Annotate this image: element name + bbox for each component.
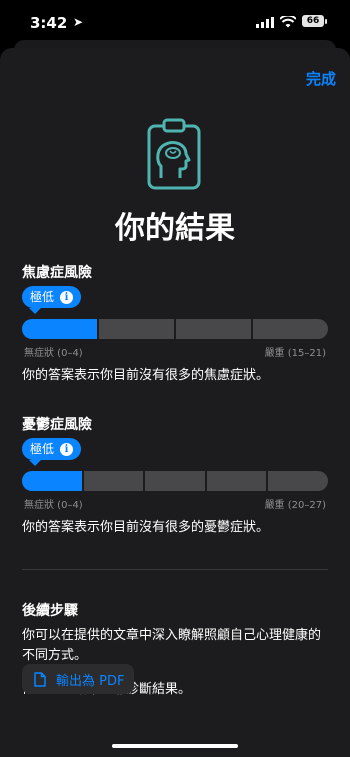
bar-segment <box>176 319 251 339</box>
bar-segment-minimal <box>22 471 82 491</box>
results-sheet: 完成 你的結果 焦慮症風險 極低 i 無症狀 (0–4) 嚴重 (15–21) … <box>0 48 350 757</box>
bar-segment-minimal <box>22 319 97 339</box>
depression-badge-pointer <box>29 460 41 466</box>
depression-level-badge[interactable]: 極低 i <box>22 438 82 460</box>
anxiety-level-badge[interactable]: 極低 i <box>22 286 82 308</box>
wifi-icon <box>280 16 296 28</box>
bar-segment <box>145 471 205 491</box>
signal-icon <box>256 17 274 28</box>
next-steps-title: 後續步驟 <box>22 603 78 619</box>
anxiety-description: 你的答案表示你目前沒有很多的焦慮症狀。 <box>22 368 270 383</box>
bar-segment <box>83 471 144 491</box>
home-indicator[interactable] <box>112 744 238 748</box>
export-pdf-button[interactable]: 輸出為 PDF <box>22 664 134 694</box>
anxiety-section-title: 焦慮症風險 <box>22 265 92 281</box>
done-button[interactable]: 完成 <box>306 68 336 89</box>
depression-section-title: 憂鬱症風險 <box>22 417 92 433</box>
anxiety-level-label: 極低 <box>30 290 55 304</box>
depression-level-label: 極低 <box>30 442 55 456</box>
export-pdf-label: 輸出為 PDF <box>56 673 125 689</box>
info-icon: i <box>60 442 74 456</box>
depression-score-bar <box>22 471 328 491</box>
anxiety-score-bar <box>22 319 328 339</box>
bar-segment-severe <box>268 471 328 491</box>
battery-level: 66 <box>306 16 320 26</box>
bar-segment <box>99 319 174 339</box>
anxiety-range-low: 無症狀 (0–4) <box>24 348 83 359</box>
depression-range-high: 嚴重 (20–27) <box>264 500 326 511</box>
depression-range-low: 無症狀 (0–4) <box>24 500 83 511</box>
battery-tip <box>325 19 327 24</box>
anxiety-badge-pointer <box>29 308 41 314</box>
battery-icon: 66 <box>302 15 324 27</box>
bar-segment <box>206 471 267 491</box>
status-bar: 3:42 ➤ 66 <box>0 0 350 44</box>
bar-segment-severe <box>253 319 328 339</box>
status-time: 3:42 <box>30 14 68 32</box>
document-icon <box>34 671 46 687</box>
section-divider <box>22 569 328 570</box>
clipboard-brain-icon <box>147 118 201 190</box>
info-icon: i <box>60 290 74 304</box>
anxiety-range-high: 嚴重 (15–21) <box>264 348 326 359</box>
next-steps-body: 你可以在提供的文章中深入瞭解照顧自己心理健康的不同方式。 <box>22 628 322 663</box>
location-arrow-icon: ➤ <box>73 15 84 29</box>
page-title: 你的結果 <box>115 211 235 246</box>
depression-description: 你的答案表示你目前沒有很多的憂鬱症狀。 <box>22 520 270 535</box>
